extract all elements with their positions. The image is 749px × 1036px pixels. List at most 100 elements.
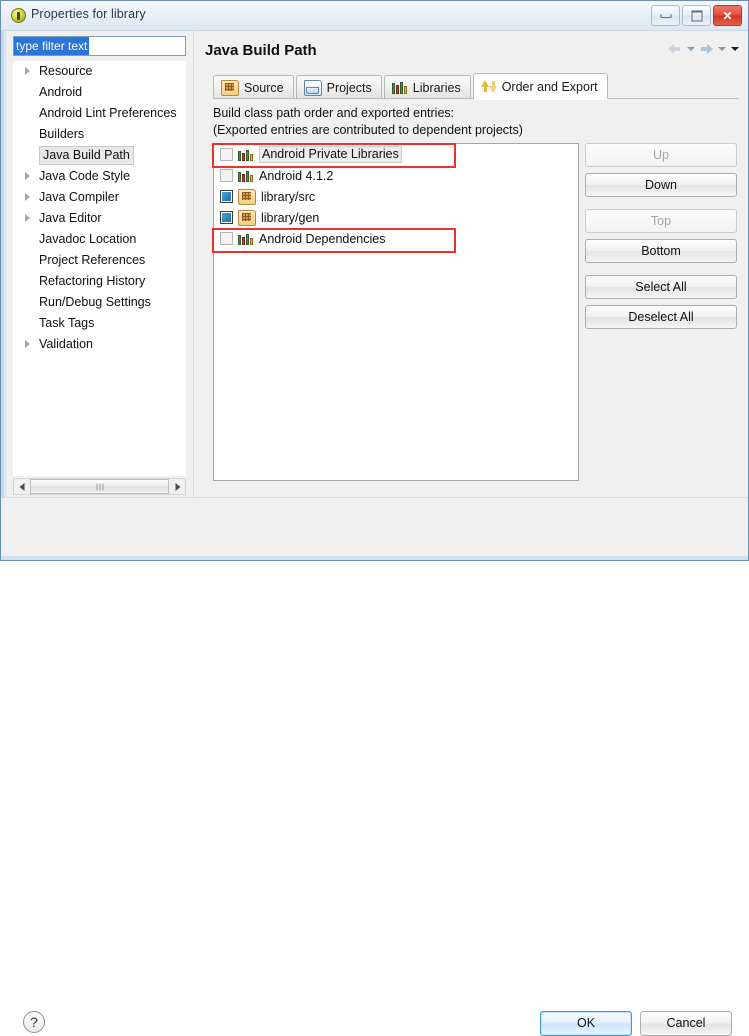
libraries-books-icon (238, 148, 254, 162)
chevron-right-icon[interactable] (25, 193, 30, 201)
sidebar-item-java-code-style[interactable]: Java Code Style (13, 166, 186, 187)
sidebar-item-label: Task Tags (39, 316, 95, 330)
sidebar-item-resource[interactable]: Resource (13, 61, 186, 82)
source-folder-icon (221, 79, 239, 96)
scroll-right-arrow-icon[interactable] (170, 479, 185, 494)
libraries-books-icon (238, 232, 254, 246)
down-button[interactable]: Down (585, 173, 737, 197)
search-input[interactable] (13, 36, 186, 56)
entry-checkbox[interactable] (220, 169, 233, 182)
tab-label: Source (244, 80, 284, 95)
tab-bar: Source Projects Libraries Order and Expo… (213, 73, 738, 100)
sidebar-item-label: Android (39, 85, 83, 99)
forward-history-chevron-down-icon[interactable] (716, 41, 727, 57)
sidebar-item-javadoc-location[interactable]: Javadoc Location (13, 229, 186, 250)
sidebar-item-java-compiler[interactable]: Java Compiler (13, 187, 186, 208)
panel-divider (193, 31, 194, 497)
list-item-label: Android 4.1.2 (259, 168, 334, 183)
window-controls: ✕ (651, 5, 742, 27)
close-icon[interactable]: ✕ (713, 5, 742, 26)
classpath-entries-list[interactable]: Android Private Libraries Android 4.1.2 … (213, 143, 579, 481)
navigation-toolbar (667, 41, 740, 57)
entry-checkbox[interactable] (220, 148, 233, 161)
tab-label: Projects (326, 80, 372, 95)
sidebar-item-label: Java Build Path (39, 146, 134, 165)
bottom-button[interactable]: Bottom (585, 239, 737, 263)
window-bottom-edge (1, 556, 748, 560)
tab-libraries[interactable]: Libraries (383, 75, 471, 99)
list-item-label: library/src (261, 189, 316, 204)
list-item[interactable]: Android Dependencies (214, 228, 578, 249)
filter-input-wrapper: type filter text (13, 36, 186, 56)
settings-tree[interactable]: Resource Android Android Lint Preference… (13, 61, 186, 476)
maximize-icon[interactable] (682, 5, 711, 26)
ok-button[interactable]: OK (540, 1011, 632, 1036)
list-item[interactable]: library/gen (214, 207, 578, 228)
sidebar-item-label: Resource (39, 64, 93, 78)
list-item[interactable]: Android Private Libraries (214, 144, 578, 165)
sidebar-horizontal-scrollbar[interactable] (13, 478, 186, 495)
sidebar-item-label: Project References (39, 253, 146, 267)
tab-label: Libraries (412, 80, 461, 95)
sidebar-item-java-editor[interactable]: Java Editor (13, 208, 186, 229)
list-item-label: Android Private Libraries (259, 146, 402, 163)
cancel-button[interactable]: Cancel (640, 1011, 732, 1036)
top-button[interactable]: Top (585, 209, 737, 233)
tab-source[interactable]: Source (213, 75, 294, 99)
list-item-label: Android Dependencies (259, 231, 386, 246)
sidebar-item-java-build-path[interactable]: Java Build Path (13, 145, 186, 166)
window-title: Properties for library (31, 7, 146, 21)
eclipse-properties-icon (11, 8, 26, 23)
description-line-2: (Exported entries are contributed to dep… (213, 123, 523, 137)
back-arrow-icon[interactable] (667, 41, 683, 57)
scroll-left-arrow-icon[interactable] (14, 479, 29, 494)
sidebar-item-validation[interactable]: Validation (13, 334, 186, 355)
entry-checkbox[interactable] (220, 232, 233, 245)
chevron-right-icon[interactable] (25, 214, 30, 222)
page-title: Java Build Path (205, 42, 317, 59)
view-menu-chevron-down-icon[interactable] (729, 41, 740, 57)
list-item-label: library/gen (261, 210, 320, 225)
sidebar-item-label: Validation (39, 337, 93, 351)
back-history-chevron-down-icon[interactable] (685, 41, 696, 57)
chevron-right-icon[interactable] (25, 67, 30, 75)
description-line-1: Build class path order and exported entr… (213, 106, 455, 120)
list-item[interactable]: Android 4.1.2 (214, 165, 578, 186)
sidebar-item-task-tags[interactable]: Task Tags (13, 313, 186, 334)
libraries-books-icon (391, 81, 408, 95)
sidebar-item-label: Java Editor (39, 211, 102, 225)
sidebar-item-label: Java Code Style (39, 169, 131, 183)
sidebar-item-refactoring-history[interactable]: Refactoring History (13, 271, 186, 292)
sidebar-item-project-references[interactable]: Project References (13, 250, 186, 271)
sidebar-item-label: Run/Debug Settings (39, 295, 151, 309)
tab-order-and-export[interactable]: Order and Export (472, 73, 608, 100)
list-item[interactable]: library/src (214, 186, 578, 207)
minimize-icon[interactable] (651, 5, 680, 26)
window-left-edge (1, 31, 8, 497)
sidebar-item-label: Builders (39, 127, 85, 141)
deselect-all-button[interactable]: Deselect All (585, 305, 737, 329)
scrollbar-thumb[interactable] (30, 479, 169, 494)
entry-checkbox[interactable] (220, 190, 233, 203)
sidebar-item-label: Javadoc Location (39, 232, 137, 246)
tab-label: Order and Export (501, 79, 598, 94)
title-bar: Properties for library ✕ (1, 1, 748, 31)
sidebar-item-label: Java Compiler (39, 190, 119, 204)
select-all-button[interactable]: Select All (585, 275, 737, 299)
tab-projects[interactable]: Projects (295, 75, 382, 99)
order-export-arrows-icon (480, 79, 497, 94)
sidebar-item-builders[interactable]: Builders (13, 124, 186, 145)
sidebar-item-run-debug-settings[interactable]: Run/Debug Settings (13, 292, 186, 313)
footer-bar: ? OK Cancel (1, 498, 748, 1036)
chevron-right-icon[interactable] (25, 172, 30, 180)
help-icon[interactable]: ? (23, 1011, 45, 1033)
source-folder-icon (238, 188, 256, 205)
entry-checkbox[interactable] (220, 211, 233, 224)
sidebar-item-android[interactable]: Android (13, 82, 186, 103)
order-buttons-column: Up Down Top Bottom Select All Deselect A… (585, 143, 737, 335)
chevron-right-icon[interactable] (25, 340, 30, 348)
sidebar-item-android-lint-preferences[interactable]: Android Lint Preferences (13, 103, 186, 124)
up-button[interactable]: Up (585, 143, 737, 167)
sidebar-item-label: Refactoring History (39, 274, 146, 288)
forward-arrow-icon[interactable] (698, 41, 714, 57)
